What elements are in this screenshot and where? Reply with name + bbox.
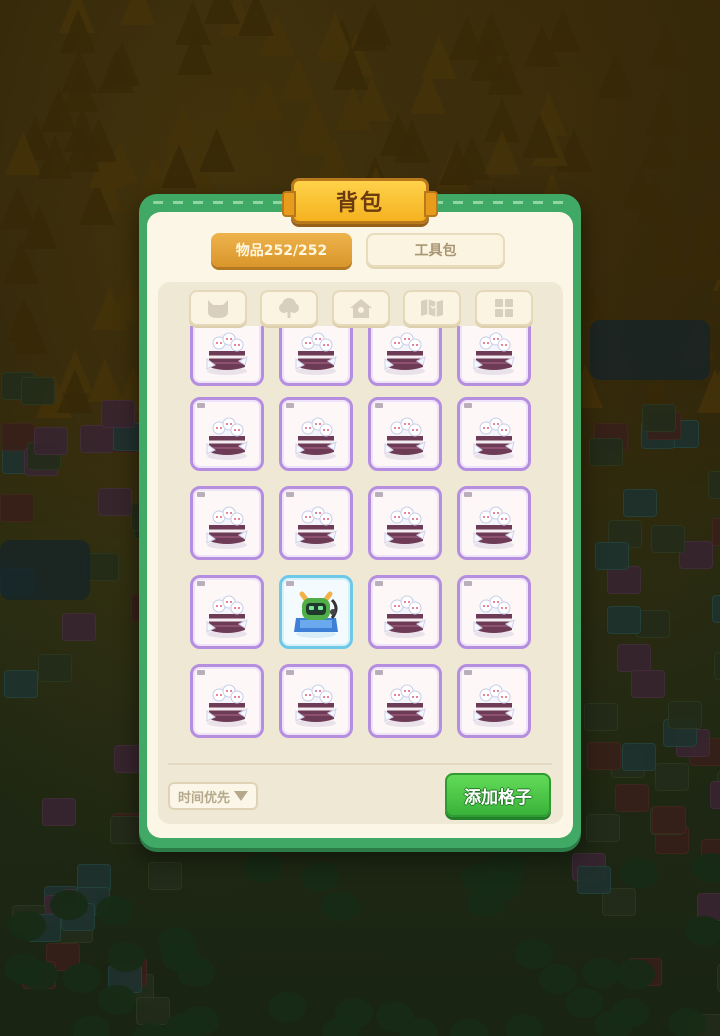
cake-item-icon bbox=[295, 506, 337, 549]
grid-icon bbox=[495, 299, 513, 317]
inventory-slot[interactable] bbox=[457, 397, 531, 471]
cake-item-icon bbox=[384, 684, 426, 727]
map-icon bbox=[421, 299, 443, 317]
chevron-down-icon bbox=[234, 791, 248, 801]
cake-item-icon bbox=[473, 332, 515, 375]
tab-items[interactable]: 物品252/252 bbox=[211, 233, 352, 267]
cake-item-icon bbox=[206, 595, 248, 638]
inventory-slot[interactable] bbox=[190, 575, 264, 649]
cake-item-icon bbox=[206, 332, 248, 375]
cake-item-icon bbox=[295, 684, 337, 727]
inventory-slot[interactable] bbox=[368, 326, 442, 386]
cake-item-icon bbox=[473, 506, 515, 549]
filter-buildings-button[interactable] bbox=[332, 290, 390, 326]
cake-item-icon bbox=[473, 417, 515, 460]
cake-item-icon bbox=[384, 417, 426, 460]
inventory-slot[interactable] bbox=[279, 326, 353, 386]
house-icon bbox=[350, 299, 372, 318]
filter-decor-button[interactable] bbox=[403, 290, 461, 326]
add-slot-button[interactable]: 添加格子 bbox=[445, 773, 551, 817]
inventory-slot[interactable] bbox=[190, 326, 264, 386]
inventory-slot[interactable] bbox=[457, 575, 531, 649]
inventory-slot[interactable] bbox=[457, 326, 531, 386]
inventory-slot[interactable] bbox=[190, 397, 264, 471]
cat-icon bbox=[208, 300, 228, 318]
filter-pets-button[interactable] bbox=[189, 290, 247, 326]
robot-cat-item-icon bbox=[294, 591, 338, 638]
sort-dropdown[interactable]: 时间优先 bbox=[168, 782, 258, 810]
cake-item-icon bbox=[295, 332, 337, 375]
cake-item-icon bbox=[384, 332, 426, 375]
filter-all-button[interactable] bbox=[475, 290, 533, 326]
tree-icon bbox=[279, 298, 299, 318]
cake-item-icon bbox=[206, 417, 248, 460]
tab-toolkit[interactable]: 工具包 bbox=[366, 233, 505, 267]
inventory-slot[interactable] bbox=[190, 664, 264, 738]
footer-divider bbox=[168, 763, 552, 765]
cake-item-icon bbox=[206, 684, 248, 727]
inventory-slot[interactable] bbox=[190, 486, 264, 560]
cake-item-icon bbox=[295, 417, 337, 460]
inventory-slot[interactable] bbox=[279, 397, 353, 471]
panel-title: 背包 bbox=[282, 178, 438, 224]
cake-item-icon bbox=[473, 595, 515, 638]
cake-item-icon bbox=[473, 684, 515, 727]
inventory-slot[interactable] bbox=[279, 664, 353, 738]
filter-plants-button[interactable] bbox=[260, 290, 318, 326]
inventory-slot[interactable] bbox=[457, 664, 531, 738]
inventory-slot[interactable] bbox=[368, 486, 442, 560]
inventory-slot[interactable] bbox=[368, 575, 442, 649]
inventory-slot[interactable] bbox=[457, 486, 531, 560]
inventory-slot[interactable] bbox=[368, 664, 442, 738]
inventory-slot[interactable] bbox=[368, 397, 442, 471]
sort-label: 时间优先 bbox=[177, 790, 230, 806]
cake-item-icon bbox=[384, 595, 426, 638]
cake-item-icon bbox=[384, 506, 426, 549]
cake-item-icon bbox=[206, 506, 248, 549]
inventory-grid[interactable] bbox=[182, 326, 540, 746]
inventory-slot[interactable] bbox=[279, 575, 353, 649]
inventory-slot[interactable] bbox=[279, 486, 353, 560]
